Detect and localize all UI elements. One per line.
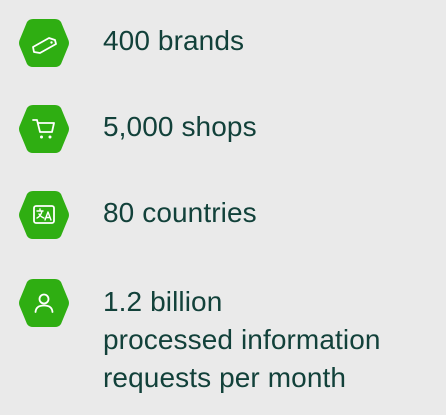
stat-badge bbox=[18, 17, 70, 69]
stat-label: 400 brands bbox=[103, 17, 244, 60]
stat-line: requests per month bbox=[103, 362, 347, 393]
stat-line: 1.2 billion bbox=[103, 286, 223, 317]
stat-countries: 80 countries bbox=[18, 189, 257, 241]
stat-badge bbox=[18, 277, 70, 329]
stat-shops: 5,000 shops bbox=[18, 103, 257, 155]
stat-line: 400 brands bbox=[103, 25, 245, 56]
cart-icon bbox=[32, 119, 55, 139]
translate-icon bbox=[33, 205, 55, 224]
stat-line: 5,000 shops bbox=[103, 111, 257, 142]
stat-label: 5,000 shops bbox=[103, 103, 257, 146]
stat-badge bbox=[18, 103, 70, 155]
tag-icon bbox=[32, 37, 57, 54]
stats-list: 400 brands 5,000 shops 80 countries 1.2 … bbox=[0, 0, 446, 415]
stat-line: processed information bbox=[103, 324, 381, 355]
stat-line: 80 countries bbox=[103, 197, 257, 228]
stat-brands: 400 brands bbox=[18, 17, 244, 69]
user-icon bbox=[34, 293, 54, 313]
stat-label: 1.2 billion processed information reques… bbox=[103, 277, 381, 397]
stat-requests: 1.2 billion processed information reques… bbox=[18, 277, 381, 397]
stat-badge bbox=[18, 189, 70, 241]
stat-label: 80 countries bbox=[103, 189, 257, 232]
